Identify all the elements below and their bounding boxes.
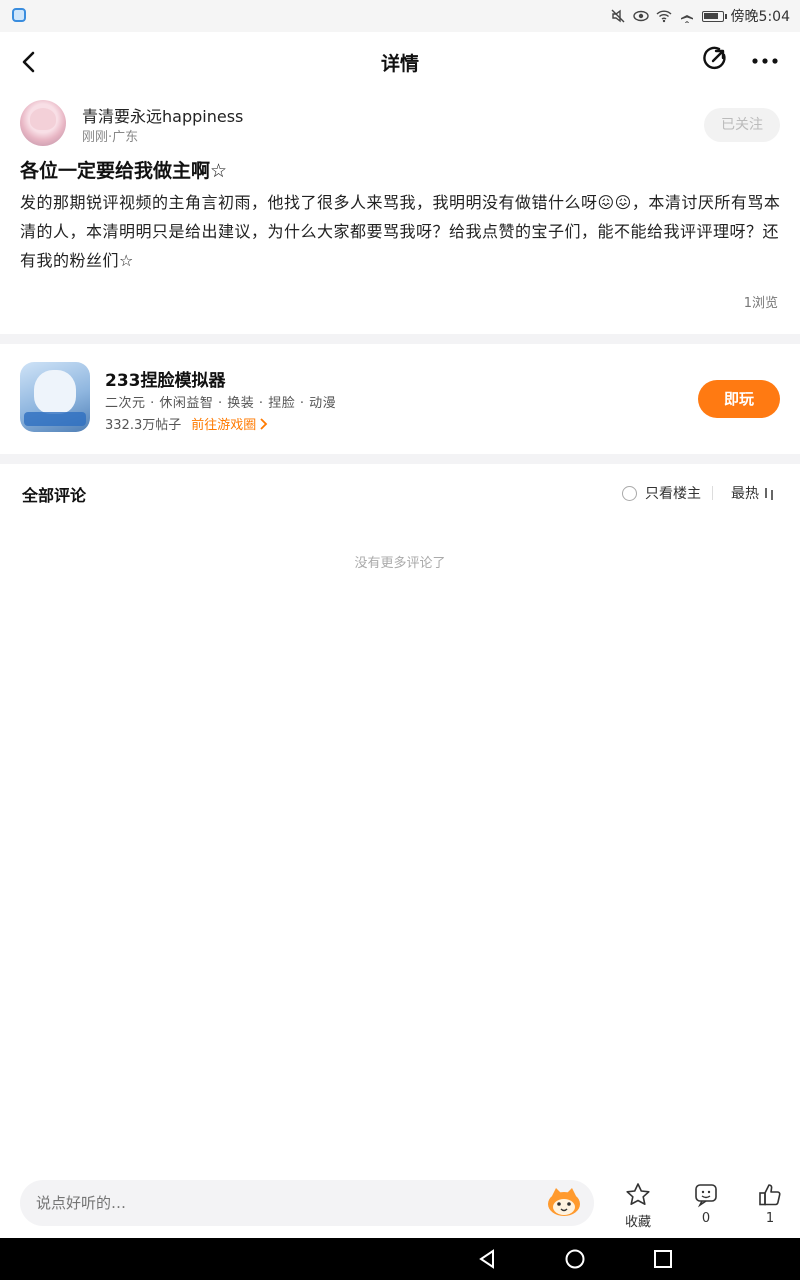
divider bbox=[712, 486, 713, 500]
comments-title: 全部评论 bbox=[22, 486, 87, 505]
battery-icon bbox=[701, 10, 727, 22]
post-title: 各位一定要给我做主啊☆ bbox=[20, 160, 228, 182]
game-post-count: 332.3万帖子 bbox=[105, 418, 182, 433]
play-button[interactable]: 即玩 bbox=[698, 380, 780, 418]
game-tags: 二次元 · 休闲益智 · 换装 · 捏脸 · 动漫 bbox=[105, 396, 337, 411]
system-navigation-bar bbox=[0, 1238, 800, 1280]
top-nav-bar: 详情 bbox=[0, 32, 800, 90]
game-name: 233捏脸模拟器 bbox=[105, 371, 226, 391]
post-body: 发的那期锐评视频的主角言初雨，他找了很多人来骂我，我明明没有做错什么呀😖😖，本清… bbox=[20, 193, 781, 270]
system-back-icon[interactable] bbox=[476, 1248, 498, 1270]
comment-icon bbox=[695, 1184, 717, 1208]
thumbs-up-icon bbox=[759, 1184, 781, 1206]
sort-icon bbox=[765, 488, 773, 500]
comment-action[interactable]: 0 bbox=[684, 1182, 728, 1226]
game-circle-link-label: 前往游戏圈 bbox=[191, 418, 257, 433]
game-stats: 332.3万帖子 前往游戏圈 bbox=[105, 414, 268, 433]
status-icons: 傍晚5:04 bbox=[610, 6, 790, 26]
radio-icon[interactable] bbox=[622, 485, 637, 501]
favorite-action[interactable]: 收藏 bbox=[616, 1182, 660, 1230]
app-notification-icon bbox=[12, 8, 26, 22]
only-owner-label: 只看楼主 bbox=[645, 486, 701, 502]
status-bar: 傍晚5:04 bbox=[0, 0, 800, 32]
post-meta: 刚刚·广东 bbox=[82, 130, 139, 145]
like-action[interactable]: 1 bbox=[748, 1182, 792, 1226]
more-icon[interactable] bbox=[750, 46, 780, 76]
avatar[interactable] bbox=[20, 100, 66, 146]
chevron-right-icon bbox=[260, 417, 268, 430]
share-icon[interactable] bbox=[700, 44, 730, 74]
sort-toggle[interactable]: 最热 bbox=[731, 483, 775, 503]
mascot-emoji-icon[interactable] bbox=[546, 1186, 582, 1218]
sort-label: 最热 bbox=[731, 486, 759, 502]
comment-count: 0 bbox=[701, 1211, 711, 1226]
bottom-action-bar: 收藏 0 1 bbox=[0, 1172, 800, 1238]
status-time: 傍晚5:04 bbox=[730, 9, 790, 25]
author-row: 青清要永远happiness 刚刚·广东 已关注 bbox=[20, 100, 780, 150]
star-icon bbox=[626, 1183, 650, 1205]
game-icon[interactable] bbox=[20, 362, 90, 432]
comments-header: 全部评论 只看楼主 最热 bbox=[0, 472, 800, 512]
page-title: 详情 bbox=[380, 53, 419, 75]
view-count: 1浏览 bbox=[743, 296, 778, 311]
mute-icon bbox=[611, 9, 625, 23]
section-divider bbox=[0, 334, 800, 344]
follow-button[interactable]: 已关注 bbox=[704, 108, 780, 142]
game-circle-link[interactable]: 前往游戏圈 bbox=[191, 414, 268, 433]
system-home-icon[interactable] bbox=[564, 1248, 586, 1270]
system-recents-icon[interactable] bbox=[652, 1248, 674, 1270]
section-divider bbox=[0, 454, 800, 464]
wifi-icon bbox=[656, 10, 672, 23]
like-count: 1 bbox=[765, 1211, 775, 1226]
empty-comments-text: 没有更多评论了 bbox=[354, 556, 446, 571]
author-name[interactable]: 青清要永远happiness bbox=[82, 103, 243, 127]
eye-icon bbox=[632, 10, 649, 22]
comment-input[interactable] bbox=[20, 1180, 594, 1226]
airplane-icon bbox=[680, 9, 693, 23]
game-card[interactable]: 233捏脸模拟器 二次元 · 休闲益智 · 换装 · 捏脸 · 动漫 332.3… bbox=[0, 344, 800, 454]
favorite-label: 收藏 bbox=[624, 1215, 651, 1230]
only-owner-toggle[interactable]: 只看楼主 bbox=[622, 483, 701, 503]
